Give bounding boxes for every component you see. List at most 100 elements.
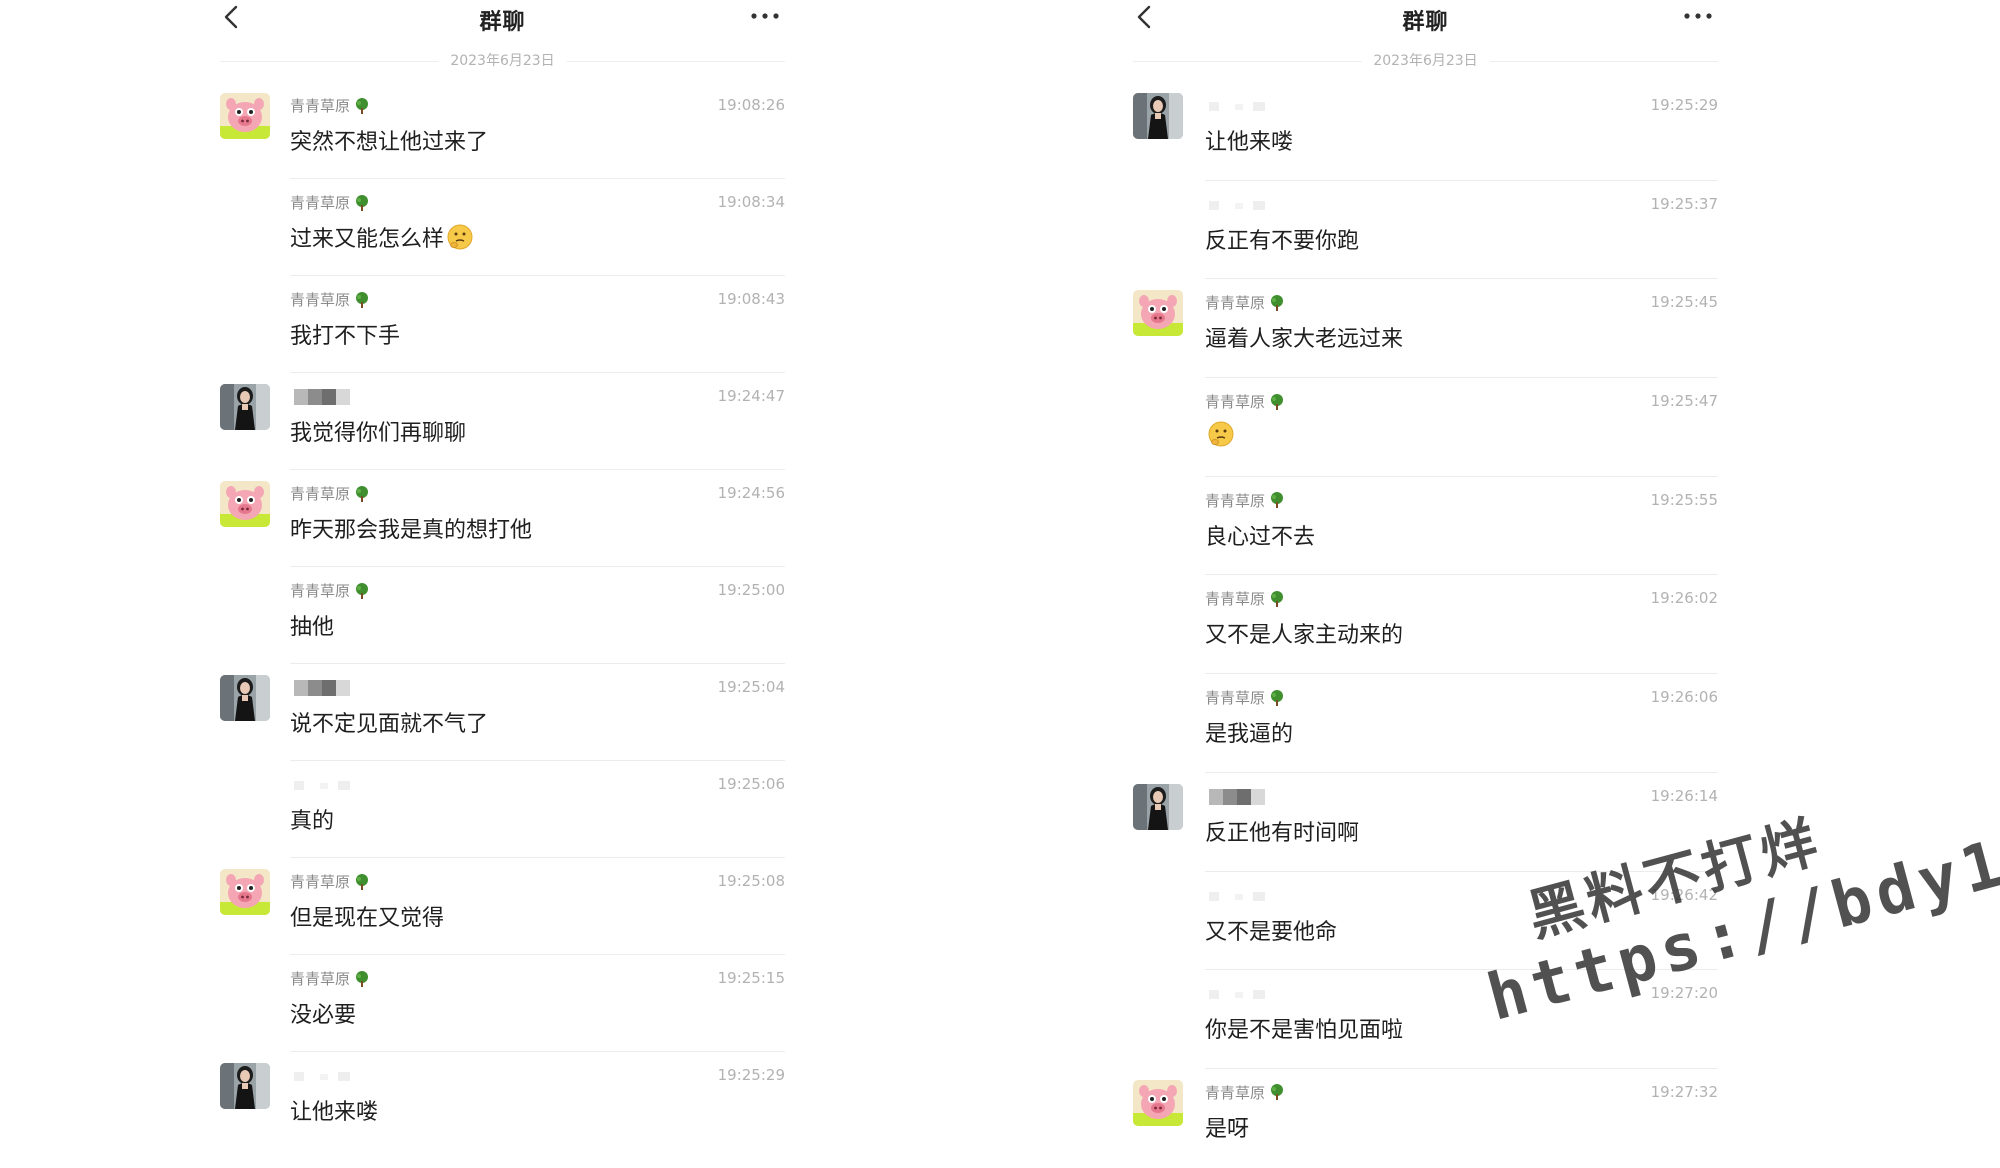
message-time: 19:25:29 bbox=[1650, 96, 1718, 114]
message-time: 19:24:47 bbox=[717, 387, 785, 405]
more-options-icon[interactable] bbox=[1682, 8, 1714, 24]
message-row[interactable]: 青青草原 19:25:08 但是现在又觉得 bbox=[220, 858, 785, 955]
message-time: 19:25:55 bbox=[1650, 490, 1718, 509]
sender-name: 青青草原 bbox=[1205, 588, 1286, 609]
chat-nav-bar: 群聊 bbox=[1133, 0, 1718, 38]
message-row[interactable]: 青青草原 19:25:45 逼着人家大老远过来 bbox=[1133, 279, 1718, 379]
avatar[interactable] bbox=[1133, 783, 1183, 830]
sender-name: 青青草原 bbox=[1205, 292, 1286, 313]
sender-name: 青青草原 bbox=[290, 192, 371, 213]
sender-name: 青青草原 bbox=[290, 289, 371, 310]
message-body: 青青草原 19:08:43 我打不下手 bbox=[290, 276, 785, 373]
message-text-content: 我打不下手 bbox=[290, 324, 401, 349]
message-body: 青青草原 19:24:56 昨天那会我是真的想打他 bbox=[290, 470, 785, 567]
message-body: 青青草原 19:25:47 bbox=[1205, 378, 1718, 477]
message-body: 青青草原 19:25:08 但是现在又觉得 bbox=[290, 858, 785, 955]
message-time: 19:25:00 bbox=[717, 581, 785, 599]
sender-name-text: 青青草原 bbox=[290, 97, 351, 115]
sender-name-text: 青青草原 bbox=[290, 194, 351, 212]
message-text-content: 是我逼的 bbox=[1205, 722, 1294, 748]
message-row[interactable]: 19:25:29 让他来喽 bbox=[220, 1052, 785, 1149]
message-text-content: 让他来喽 bbox=[290, 1100, 379, 1125]
message-body: 青青草原 19:08:34 过来又能怎么样 bbox=[290, 179, 785, 276]
tree-icon bbox=[1271, 590, 1284, 607]
message-row[interactable]: 青青草原 19:25:47 bbox=[1133, 378, 1718, 477]
message-text-content: 你是不是害怕见面啦 bbox=[1205, 1018, 1404, 1044]
message-row[interactable]: 19:25:06 真的 bbox=[220, 761, 785, 858]
avatar[interactable] bbox=[1133, 93, 1183, 139]
message-body: 19:24:47 我觉得你们再聊聊 bbox=[290, 373, 785, 470]
message-body: 19:25:06 真的 bbox=[290, 761, 785, 858]
message-text: 你是不是害怕见面啦 bbox=[1205, 1012, 1403, 1044]
sender-name-text: 青青草原 bbox=[1205, 689, 1266, 708]
message-text-content: 反正他有时间啊 bbox=[1205, 820, 1360, 846]
message-row[interactable]: 青青草原 19:26:02 又不是人家主动来的 bbox=[1133, 575, 1718, 675]
avatar[interactable] bbox=[220, 1063, 270, 1109]
message-text-content: 昨天那会我是真的想打他 bbox=[290, 518, 533, 543]
sender-name-text: 青青草原 bbox=[290, 582, 351, 600]
message-text-content: 我觉得你们再聊聊 bbox=[290, 421, 467, 446]
more-options-icon[interactable] bbox=[749, 8, 781, 24]
avatar[interactable] bbox=[220, 675, 270, 721]
message-row[interactable]: 青青草原 19:08:26 突然不想让他过来了 bbox=[220, 82, 785, 179]
avatar[interactable] bbox=[220, 384, 270, 430]
sender-name: 青青草原 bbox=[290, 95, 371, 116]
message-body: 青青草原 19:08:26 突然不想让他过来了 bbox=[290, 82, 785, 179]
sender-name: 青青草原 bbox=[290, 580, 371, 601]
message-text: 抽他 bbox=[290, 609, 334, 641]
message-time: 19:25:47 bbox=[1650, 392, 1718, 411]
message-text: 但是现在又觉得 bbox=[290, 900, 444, 932]
message-list: 19:25:29 让他来喽 19:25:37 反正有不要你跑 青青草原 19:25:45 逼… bbox=[1133, 82, 1718, 1168]
message-text-content: 真的 bbox=[290, 809, 335, 834]
message-text: 真的 bbox=[290, 803, 334, 835]
message-text: 我觉得你们再聊聊 bbox=[290, 415, 466, 447]
redacted-name-mosaic bbox=[294, 389, 350, 405]
message-text-content: 让他来喽 bbox=[1205, 130, 1294, 155]
message-body: 青青草原 19:25:00 抽他 bbox=[290, 567, 785, 664]
tree-icon bbox=[356, 194, 369, 211]
message-row[interactable]: 青青草原 19:27:32 是呀 bbox=[1133, 1069, 1718, 1168]
date-separator: 2023年6月23日 bbox=[220, 38, 785, 82]
avatar[interactable] bbox=[1133, 1079, 1183, 1126]
message-text: 让他来喽 bbox=[1205, 124, 1293, 156]
message-time: 19:25:08 bbox=[717, 872, 785, 890]
message-body: 青青草原 19:27:32 是呀 bbox=[1205, 1069, 1718, 1168]
message-text-content: 突然不想让他过来了 bbox=[290, 130, 489, 155]
message-row[interactable]: 19:25:37 反正有不要你跑 bbox=[1133, 181, 1718, 280]
sender-name-text: 青青草原 bbox=[1205, 393, 1266, 412]
redacted-name-mosaic bbox=[294, 1072, 350, 1081]
avatar[interactable] bbox=[1133, 290, 1183, 337]
message-text-content: 但是现在又觉得 bbox=[290, 906, 445, 931]
message-text: 是我逼的 bbox=[1205, 716, 1293, 748]
message-row[interactable]: 19:25:04 说不定见面就不气了 bbox=[220, 664, 785, 761]
avatar[interactable] bbox=[220, 481, 270, 527]
date-label: 2023年6月23日 bbox=[1361, 50, 1490, 70]
message-time: 19:27:32 bbox=[1650, 1082, 1718, 1101]
avatar[interactable] bbox=[220, 869, 270, 915]
message-row[interactable]: 19:24:47 我觉得你们再聊聊 bbox=[220, 373, 785, 470]
message-row[interactable]: 青青草原 19:25:00 抽他 bbox=[220, 567, 785, 664]
message-body: 青青草原 19:25:55 良心过不去 bbox=[1205, 477, 1718, 576]
message-text-content: 没必要 bbox=[290, 1003, 357, 1028]
sender-name: 青青草原 bbox=[1205, 391, 1286, 412]
redacted-name-mosaic bbox=[294, 781, 350, 790]
message-text: 是呀 bbox=[1205, 1111, 1249, 1143]
tree-icon bbox=[1271, 492, 1284, 509]
message-body: 19:25:29 让他来喽 bbox=[1205, 82, 1718, 181]
message-row[interactable]: 青青草原 19:25:15 没必要 bbox=[220, 955, 785, 1052]
message-time: 19:26:06 bbox=[1650, 688, 1718, 707]
message-time: 19:25:45 bbox=[1650, 293, 1718, 312]
message-row[interactable]: 青青草原 19:24:56 昨天那会我是真的想打他 bbox=[220, 470, 785, 567]
tree-icon bbox=[1271, 689, 1284, 706]
message-time: 19:26:02 bbox=[1650, 589, 1718, 608]
avatar[interactable] bbox=[220, 93, 270, 139]
message-row[interactable]: 青青草原 19:08:34 过来又能怎么样 bbox=[220, 179, 785, 276]
message-row[interactable]: 青青草原 19:25:55 良心过不去 bbox=[1133, 477, 1718, 576]
message-row[interactable]: 青青草原 19:26:06 是我逼的 bbox=[1133, 674, 1718, 773]
message-row[interactable]: 19:25:29 让他来喽 bbox=[1133, 82, 1718, 181]
message-text: 反正有不要你跑 bbox=[1205, 223, 1359, 255]
message-text: 让他来喽 bbox=[290, 1094, 378, 1126]
message-text: 我打不下手 bbox=[290, 318, 400, 350]
message-row[interactable]: 青青草原 19:08:43 我打不下手 bbox=[220, 276, 785, 373]
message-text-content: 又不是人家主动来的 bbox=[1205, 623, 1404, 649]
